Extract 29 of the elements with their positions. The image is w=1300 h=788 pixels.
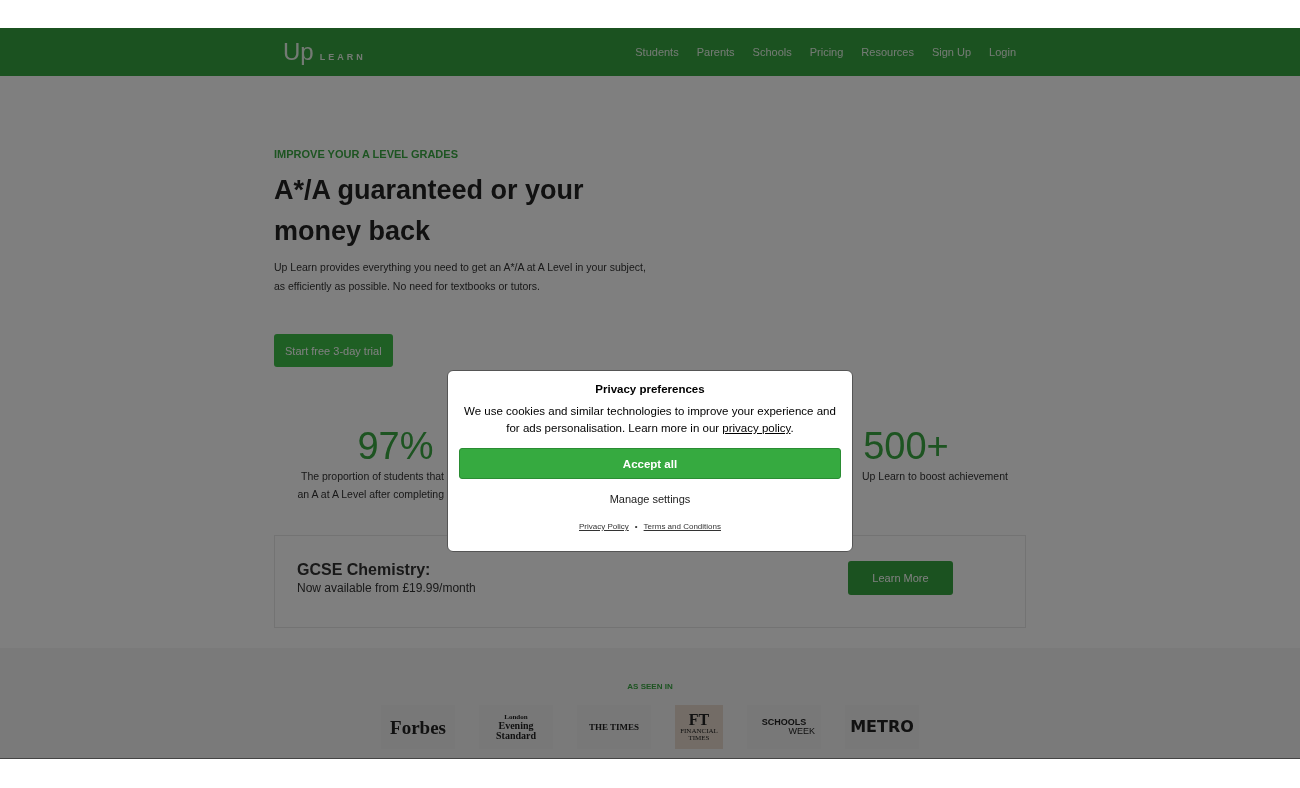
nav-link[interactable]: Pricing <box>809 46 844 58</box>
nav-link[interactable]: Students <box>635 46 679 58</box>
stat-value: 97% <box>357 425 434 467</box>
footer-link[interactable]: Terms and Conditions <box>643 522 721 531</box>
hero-text: Up Learn provides everything you need to get an A*/A at A Level in your subject, as efficiently as possible. No need for textbooks or tutors. <box>274 260 647 294</box>
separator-dot: • <box>634 522 638 531</box>
promo-title: GCSE Chemistry: <box>297 560 432 579</box>
stat-caption: The proportion of students that <box>300 469 445 484</box>
nav-link[interactable]: Login <box>989 46 1016 58</box>
accept-all-button[interactable]: Accept all <box>459 448 841 479</box>
footer-link[interactable]: Privacy Policy <box>579 522 629 531</box>
nav-link[interactable]: Parents <box>696 46 735 58</box>
stat-caption: Up Learn to boost achievement <box>861 469 1009 484</box>
nav-link[interactable]: Resources <box>861 46 914 58</box>
learn-more-button[interactable]: Learn More <box>848 560 953 595</box>
press-heading: AS SEEN IN <box>626 682 674 691</box>
privacy-policy-link[interactable]: privacy policy <box>722 422 791 434</box>
logo[interactable]: Up LEARN <box>283 38 366 66</box>
eyebrow-text: IMPROVE YOUR A LEVEL GRADES <box>274 148 459 160</box>
stat-value: 500+ <box>863 425 949 467</box>
manage-settings-button[interactable]: Manage settings <box>609 493 691 505</box>
trial-button[interactable]: Start free 3-day trial <box>274 334 393 367</box>
stat-caption: an A at A Level after completing <box>296 487 445 502</box>
dialog-title: Privacy preferences <box>594 383 706 395</box>
dialog-text: We use cookies and similar technologies to improve your experience and for ads personalisation. Learn more in our privacy policy. <box>463 404 837 436</box>
hero-heading: A*/A guaranteed or your money back <box>274 174 585 248</box>
nav-link[interactable]: Sign Up <box>931 46 972 58</box>
promo-text: Now available from £19.99/month <box>297 580 476 595</box>
nav-link[interactable]: Schools <box>752 46 792 58</box>
